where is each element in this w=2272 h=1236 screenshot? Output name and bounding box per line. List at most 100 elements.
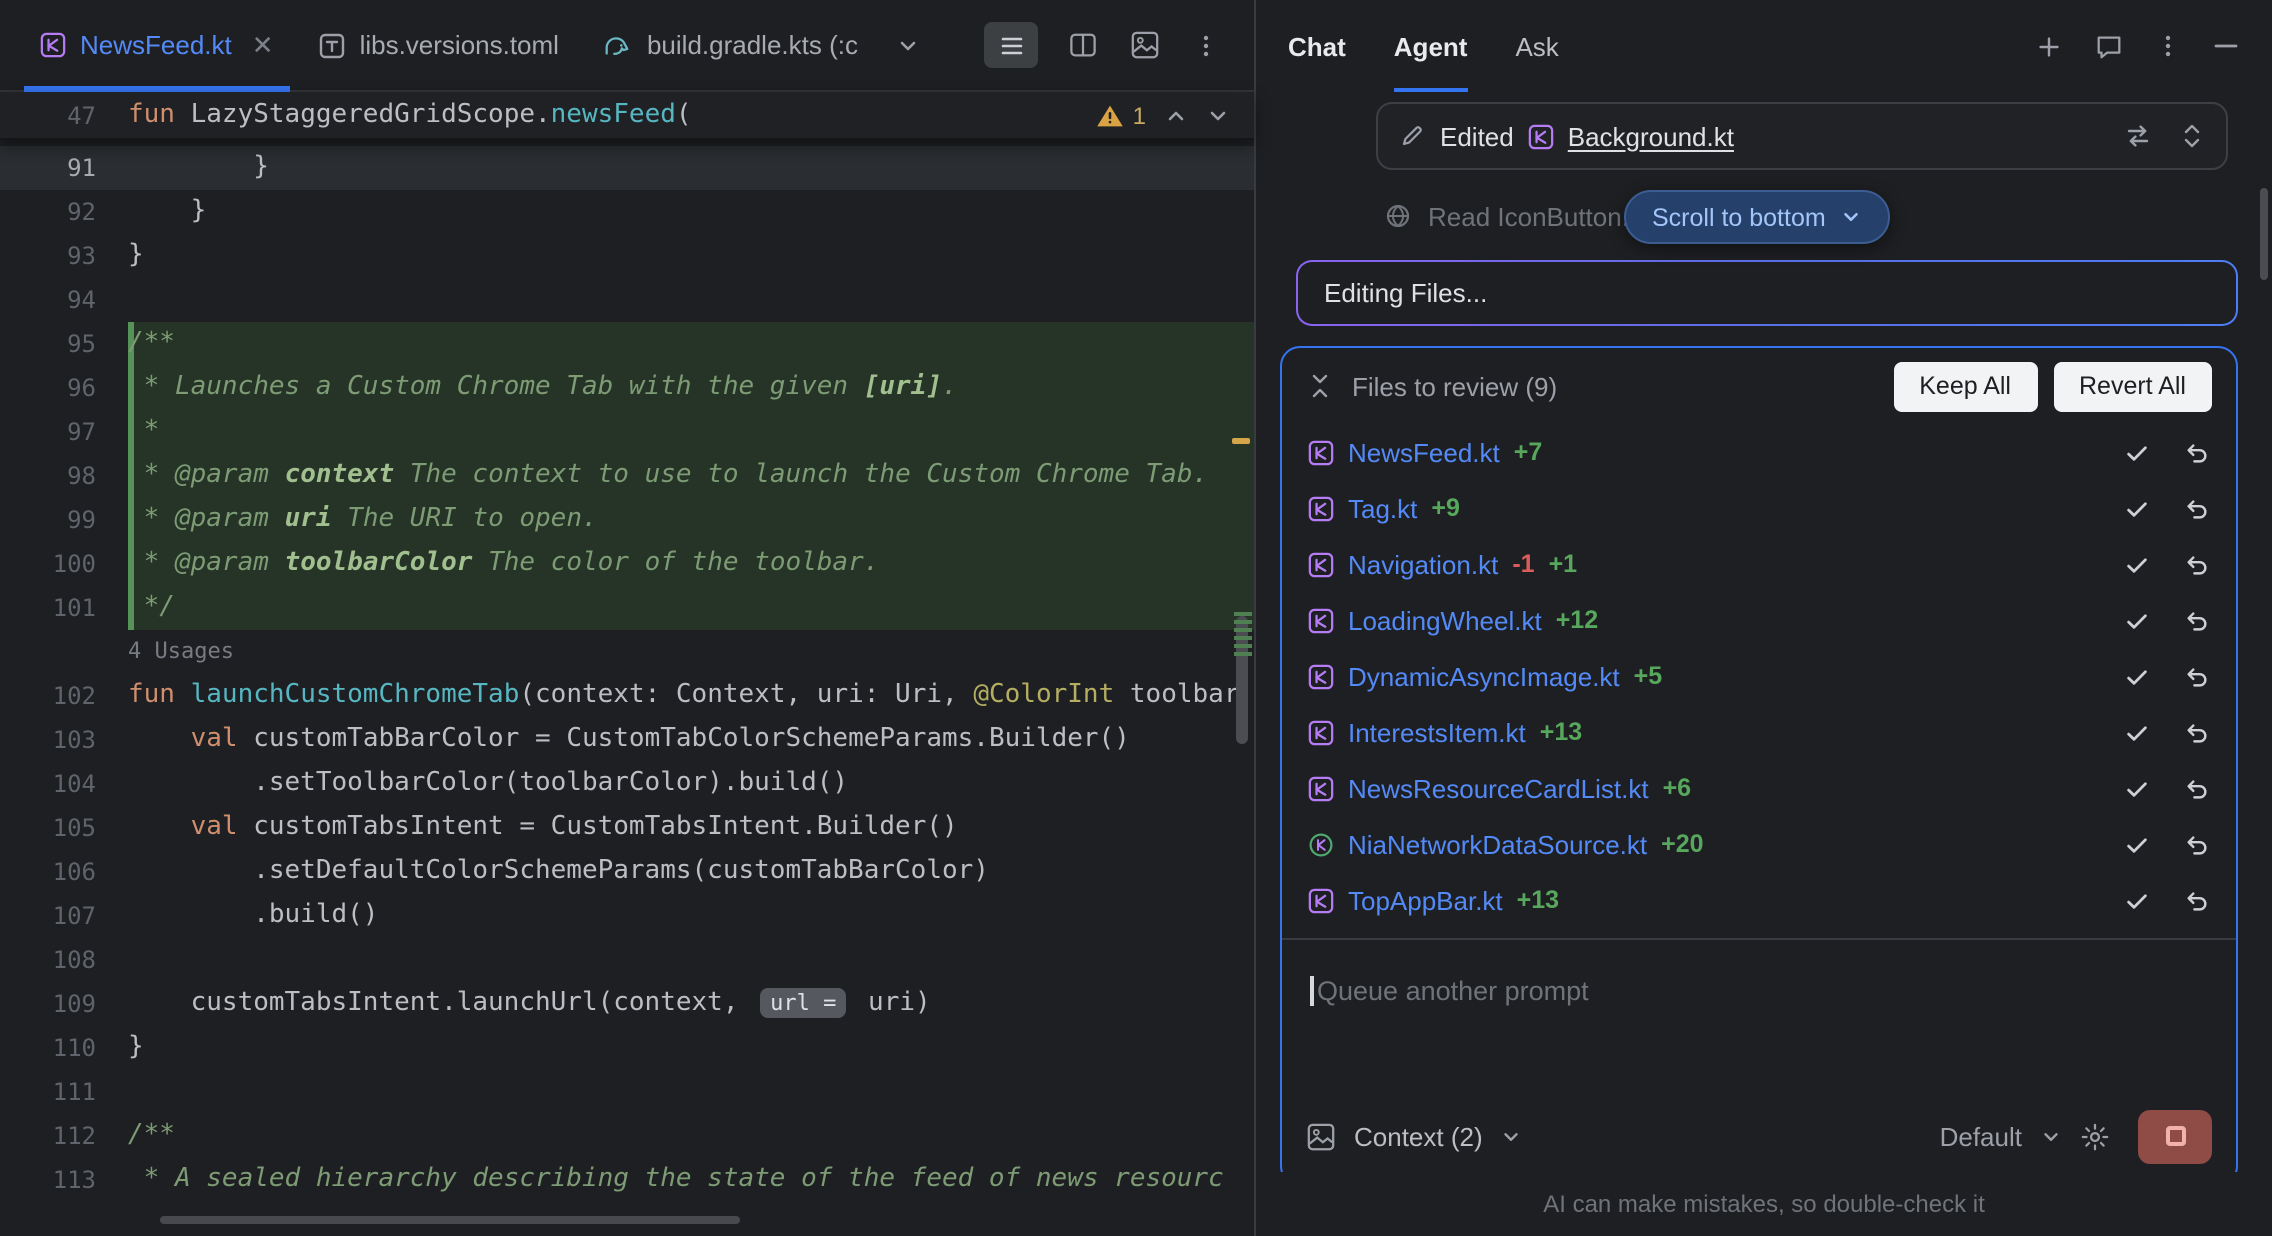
revert-file-undo-icon[interactable]	[2184, 495, 2210, 521]
file-row[interactable]: InterestsItem.kt+13	[1282, 704, 2236, 760]
close-tab-icon[interactable]: ✕	[252, 32, 274, 58]
tab-newsfeed[interactable]: NewsFeed.kt ✕	[20, 0, 294, 90]
keep-file-check-icon[interactable]	[2124, 887, 2150, 913]
code-line[interactable]: 103 val customTabBarColor = CustomTabCol…	[0, 718, 1254, 762]
attach-image-icon[interactable]	[1306, 1121, 1336, 1151]
split-editor-icon[interactable]	[1068, 30, 1098, 60]
show-diff-icon[interactable]	[2124, 122, 2152, 150]
revert-file-undo-icon[interactable]	[2184, 831, 2210, 857]
code-line[interactable]: 94	[0, 278, 1254, 322]
keep-file-check-icon[interactable]	[2124, 495, 2150, 521]
editor-options-kebab-icon[interactable]	[1192, 31, 1220, 59]
code-line[interactable]: 92 }	[0, 190, 1254, 234]
file-name-link[interactable]: NewsFeed.kt	[1348, 437, 1500, 467]
file-row[interactable]: Tag.kt+9	[1282, 480, 2236, 536]
code-line[interactable]: 111	[0, 1070, 1254, 1114]
revert-file-undo-icon[interactable]	[2184, 775, 2210, 801]
file-name-link[interactable]: TopAppBar.kt	[1348, 885, 1503, 915]
code-line[interactable]: 107 .build()	[0, 894, 1254, 938]
prompt-input[interactable]: Queue another prompt	[1282, 940, 2236, 1100]
file-name-link[interactable]: NewsResourceCardList.kt	[1348, 773, 1649, 803]
model-selector-label[interactable]: Default	[1940, 1121, 2022, 1151]
file-row[interactable]: NewsFeed.kt+7	[1282, 424, 2236, 480]
keep-file-check-icon[interactable]	[2124, 439, 2150, 465]
tab-ask[interactable]: Ask	[1515, 0, 1558, 92]
context-chevron-down-icon[interactable]	[1501, 1125, 1523, 1147]
file-row[interactable]: Navigation.kt-1+1	[1282, 536, 2236, 592]
code-line[interactable]: 91 }	[0, 146, 1254, 190]
stop-button[interactable]	[2138, 1109, 2212, 1163]
preview-image-icon[interactable]	[1130, 30, 1160, 60]
tab-build-gradle[interactable]: build.gradle.kts (:c	[583, 0, 878, 90]
revert-file-undo-icon[interactable]	[2184, 551, 2210, 577]
edited-file-card[interactable]: Edited Background.kt	[1376, 102, 2228, 170]
file-name-link[interactable]: DynamicAsyncImage.kt	[1348, 661, 1620, 691]
file-name-link[interactable]: Navigation.kt	[1348, 549, 1498, 579]
revert-file-undo-icon[interactable]	[2184, 439, 2210, 465]
keep-file-check-icon[interactable]	[2124, 775, 2150, 801]
keep-file-check-icon[interactable]	[2124, 719, 2150, 745]
keep-file-check-icon[interactable]	[2124, 663, 2150, 689]
warning-badge[interactable]: 1	[1097, 101, 1146, 129]
new-chat-plus-icon[interactable]	[2034, 31, 2064, 61]
revert-file-undo-icon[interactable]	[2184, 719, 2210, 745]
code-line[interactable]: 98 * @param context The context to use t…	[0, 454, 1254, 498]
file-name-link[interactable]: LoadingWheel.kt	[1348, 605, 1542, 635]
file-name-link[interactable]: InterestsItem.kt	[1348, 717, 1526, 747]
revert-file-undo-icon[interactable]	[2184, 607, 2210, 633]
scroll-to-bottom-button[interactable]: Scroll to bottom	[1624, 190, 1890, 244]
chat-history-icon[interactable]	[2094, 31, 2124, 61]
code-line[interactable]: 93}	[0, 234, 1254, 278]
file-row[interactable]: DynamicAsyncImage.kt+5	[1282, 648, 2236, 704]
inlay-hint-row[interactable]: 4 Usages	[0, 630, 1254, 674]
code-line[interactable]: 113 * A sealed hierarchy describing the …	[0, 1158, 1254, 1202]
code-line[interactable]: 100 * @param toolbarColor The color of t…	[0, 542, 1254, 586]
code-line[interactable]: 106 .setDefaultColorSchemeParams(customT…	[0, 850, 1254, 894]
revert-all-button[interactable]: Revert All	[2053, 361, 2212, 411]
code-line[interactable]: 102fun launchCustomChromeTab(context: Co…	[0, 674, 1254, 718]
editor-error-stripe[interactable]	[1230, 140, 1254, 1212]
revert-file-undo-icon[interactable]	[2184, 663, 2210, 689]
code-line[interactable]: 95/**	[0, 322, 1254, 366]
tab-libs-versions[interactable]: libs.versions.toml	[298, 0, 579, 90]
code-line[interactable]: 96 * Launches a Custom Chrome Tab with t…	[0, 366, 1254, 410]
code-line[interactable]: 112/**	[0, 1114, 1254, 1158]
revert-file-undo-icon[interactable]	[2184, 887, 2210, 913]
next-problem-chevron-down-icon[interactable]	[1206, 103, 1230, 127]
settings-gear-icon[interactable]	[2080, 1121, 2110, 1151]
tab-agent[interactable]: Agent	[1394, 0, 1468, 92]
file-row[interactable]: LoadingWheel.kt+12	[1282, 592, 2236, 648]
code-line[interactable]: 109 customTabsIntent.launchUrl(context, …	[0, 982, 1254, 1026]
code-line[interactable]: 99 * @param uri The URI to open.	[0, 498, 1254, 542]
code-line[interactable]: 101 */	[0, 586, 1254, 630]
stripe-added-mark[interactable]	[1234, 612, 1252, 660]
chat-options-kebab-icon[interactable]	[2154, 32, 2182, 60]
usages-inlay-hint[interactable]: 4 Usages	[128, 638, 234, 664]
edited-file-link[interactable]: Background.kt	[1568, 121, 1734, 151]
code-line[interactable]: 108	[0, 938, 1254, 982]
file-name-link[interactable]: Tag.kt	[1348, 493, 1417, 523]
file-name-link[interactable]: NiaNetworkDataSource.kt	[1348, 829, 1647, 859]
context-selector-label[interactable]: Context (2)	[1354, 1121, 1483, 1151]
editor-horizontal-scrollbar[interactable]	[160, 1216, 740, 1224]
collapse-all-icon[interactable]	[1306, 372, 1334, 400]
expand-card-icon[interactable]	[2178, 122, 2206, 150]
keep-file-check-icon[interactable]	[2124, 607, 2150, 633]
prev-problem-chevron-up-icon[interactable]	[1164, 103, 1188, 127]
code-line[interactable]: 110}	[0, 1026, 1254, 1070]
hidden-tabs-chevron-icon[interactable]	[896, 33, 920, 57]
file-row[interactable]: NewsResourceCardList.kt+6	[1282, 760, 2236, 816]
stripe-warning-mark[interactable]	[1232, 438, 1250, 444]
file-row[interactable]: TopAppBar.kt+13	[1282, 872, 2236, 928]
chat-scrollbar[interactable]	[2260, 188, 2268, 280]
code-line[interactable]: 104 .setToolbarColor(toolbarColor).build…	[0, 762, 1254, 806]
chat-message-area[interactable]: Edited Background.kt	[1256, 92, 2272, 1172]
code-line[interactable]: 105 val customTabsIntent = CustomTabsInt…	[0, 806, 1254, 850]
keep-all-button[interactable]: Keep All	[1893, 361, 2037, 411]
minimize-panel-icon[interactable]	[2212, 32, 2240, 60]
file-row[interactable]: NiaNetworkDataSource.kt+20	[1282, 816, 2236, 872]
tab-chat[interactable]: Chat	[1288, 0, 1346, 92]
keep-file-check-icon[interactable]	[2124, 551, 2150, 577]
code-editor[interactable]: 91 }92 }93}9495/**96 * Launches a Custom…	[0, 140, 1254, 1236]
structure-view-toggle[interactable]	[984, 22, 1038, 68]
